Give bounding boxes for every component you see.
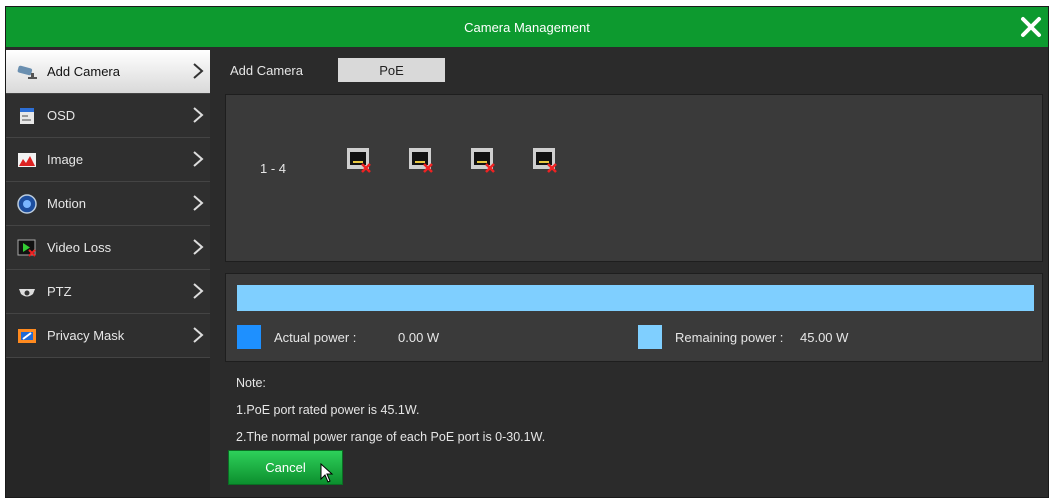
chevron-right-icon [193, 107, 204, 123]
tab-bar: Add Camera PoE [216, 57, 445, 83]
poe-ports-panel: 1 - 4 [225, 94, 1043, 262]
ethernet-port-disconnected-icon [533, 148, 557, 173]
chevron-right-icon [193, 327, 204, 343]
poe-power-panel: Actual power : 0.00 W Remaining power : … [225, 273, 1043, 362]
power-usage-bar [237, 285, 1034, 311]
sidebar-item-label: Privacy Mask [47, 328, 125, 343]
sidebar-item-image[interactable]: Image [6, 138, 210, 182]
note-heading: Note: [236, 376, 266, 390]
poe-port-4[interactable] [532, 147, 558, 173]
sidebar-item-label: Video Loss [47, 240, 112, 255]
sidebar-item-motion[interactable]: Motion [6, 182, 210, 226]
note-line-2: 2.The normal power range of each PoE por… [236, 430, 546, 444]
chevron-right-icon [193, 283, 204, 299]
osd-icon [16, 107, 38, 125]
ethernet-port-disconnected-icon [471, 148, 495, 173]
main-content: Add Camera PoE 1 - 4 Actual power : 0.00… [216, 50, 1048, 497]
remaining-power-label: Remaining power : [675, 330, 784, 345]
actual-power-label: Actual power : [274, 330, 357, 345]
video-loss-icon [16, 239, 38, 257]
motion-icon [16, 193, 38, 214]
privacy-mask-icon [16, 327, 38, 345]
sidebar-item-label: Motion [47, 196, 87, 211]
sidebar-item-video-loss[interactable]: Video Loss [6, 226, 210, 270]
cancel-button-label: Cancel [265, 460, 306, 475]
sidebar-item-ptz[interactable]: PTZ [6, 270, 210, 314]
port-range-label: 1 - 4 [260, 161, 287, 176]
close-icon [1021, 17, 1041, 37]
chevron-right-icon [193, 63, 204, 79]
remaining-power-value: 45.00 W [800, 330, 849, 345]
sidebar-item-label: OSD [47, 108, 76, 123]
sidebar-item-privacy-mask[interactable]: Privacy Mask [6, 314, 210, 358]
sidebar-item-osd[interactable]: OSD [6, 94, 210, 138]
ethernet-port-disconnected-icon [409, 148, 433, 173]
title-bar: Camera Management [6, 7, 1048, 47]
camera-management-window: Camera Management Add Camera OSD Image M… [5, 6, 1049, 498]
sidebar-item-label: PTZ [47, 284, 72, 299]
chevron-right-icon [193, 195, 204, 211]
remaining-power-swatch [638, 325, 662, 349]
actual-power-value: 0.00 W [398, 330, 440, 345]
poe-port-1[interactable] [346, 147, 372, 173]
chevron-right-icon [193, 151, 204, 167]
window-title: Camera Management [464, 19, 590, 35]
poe-port-2[interactable] [408, 147, 434, 173]
sidebar-item-label: Add Camera [47, 64, 120, 79]
actual-power-swatch [237, 325, 261, 349]
image-icon [16, 151, 38, 169]
sidebar: Add Camera OSD Image Motion Video Loss P… [6, 50, 210, 497]
note-line-1: 1.PoE port rated power is 45.1W. [236, 403, 420, 417]
tab-poe[interactable]: PoE [338, 58, 445, 82]
mouse-cursor-icon [320, 463, 334, 483]
chevron-right-icon [193, 239, 204, 255]
ethernet-port-disconnected-icon [347, 148, 371, 173]
tab-add-camera[interactable]: Add Camera [230, 63, 338, 78]
sidebar-item-label: Image [47, 152, 84, 167]
poe-port-3[interactable] [470, 147, 496, 173]
camera-icon [16, 63, 38, 81]
close-button[interactable] [1018, 14, 1044, 40]
sidebar-item-add-camera[interactable]: Add Camera [6, 50, 210, 94]
ptz-icon [16, 283, 38, 301]
